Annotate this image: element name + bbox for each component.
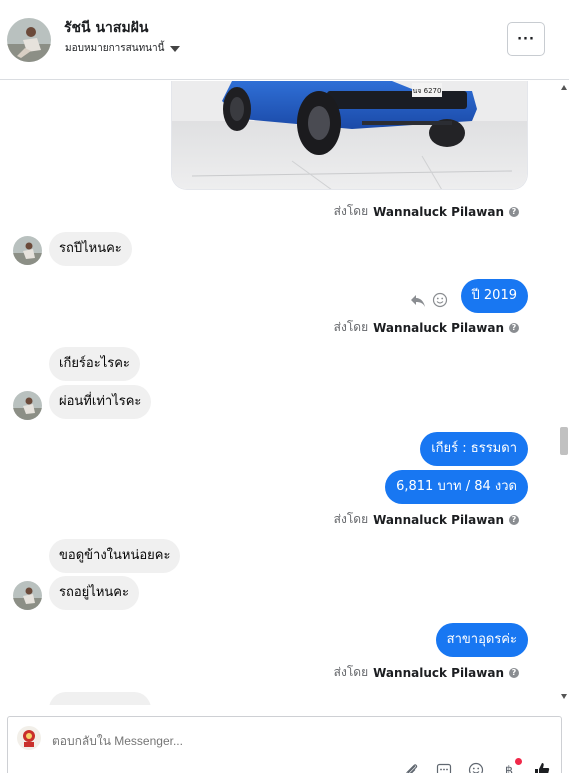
avatar[interactable] xyxy=(7,18,51,62)
incoming-message[interactable]: เกียร์อะไรคะ xyxy=(49,347,140,381)
avatar[interactable] xyxy=(13,391,42,420)
sent-by-label: ส่งโดย Wannaluck Pilawan ? xyxy=(334,202,519,221)
outgoing-message[interactable]: สาขาอุดรค่ะ xyxy=(435,623,528,657)
reply-input[interactable] xyxy=(52,734,492,748)
incoming-message[interactable]: รถปีไหนคะ xyxy=(49,232,132,266)
message-actions xyxy=(410,292,448,312)
avatar[interactable] xyxy=(13,236,42,265)
scroll-down-arrow-icon[interactable] xyxy=(561,694,567,699)
help-icon[interactable]: ? xyxy=(509,667,519,678)
sent-by-label: ส่งโดย Wannaluck Pilawan ? xyxy=(334,663,519,682)
message-thread[interactable]: นจ 6270 ส่งโดย Wannaluck Pilawan ? รถปีไ… xyxy=(0,81,559,705)
emoji-icon[interactable] xyxy=(467,761,485,773)
saved-reply-icon[interactable] xyxy=(435,761,453,773)
outgoing-message[interactable]: เกียร์ : ธรรมดา xyxy=(420,432,528,466)
scroll-thumb[interactable] xyxy=(560,427,568,455)
incoming-message-partial[interactable] xyxy=(49,692,151,705)
incoming-message[interactable]: ขอดูข้างในหน่อยคะ xyxy=(49,539,181,573)
more-options-button[interactable]: ··· xyxy=(507,22,545,56)
smiley-icon[interactable] xyxy=(432,292,448,312)
notification-dot xyxy=(515,758,522,765)
assign-conversation-dropdown[interactable]: มอบหมายการสนทนานี้ xyxy=(65,41,181,56)
help-icon[interactable]: ? xyxy=(509,206,519,217)
license-plate: นจ 6270 xyxy=(413,87,442,95)
avatar[interactable] xyxy=(13,581,42,610)
reply-icon[interactable] xyxy=(410,293,426,312)
scroll-up-arrow-icon[interactable] xyxy=(561,85,567,90)
caret-down-icon xyxy=(170,45,181,52)
incoming-message[interactable]: รถอยู่ไหนคะ xyxy=(49,576,139,610)
shared-car-photo[interactable]: นจ 6270 xyxy=(171,81,528,190)
incoming-message[interactable]: ผ่อนที่เท่าไรคะ xyxy=(49,385,152,419)
svg-text:฿: ฿ xyxy=(505,764,513,773)
outgoing-message[interactable]: ปี 2019 xyxy=(460,279,528,313)
sent-by-label: ส่งโดย Wannaluck Pilawan ? xyxy=(334,318,519,337)
conversation-header: รัชนี นาสมฝัน มอบหมายการสนทนานี้ ··· xyxy=(0,0,569,80)
thread-scrollbar[interactable] xyxy=(559,81,569,705)
more-horizontal-icon: ··· xyxy=(517,31,535,47)
outgoing-message[interactable]: 6,811 บาท / 84 งวด xyxy=(385,470,528,504)
sent-by-label: ส่งโดย Wannaluck Pilawan ? xyxy=(334,510,519,529)
contact-name[interactable]: รัชนี นาสมฝัน xyxy=(64,17,148,39)
reply-composer: ฿ xyxy=(7,716,562,773)
help-icon[interactable]: ? xyxy=(509,514,519,525)
thumbs-up-icon[interactable] xyxy=(533,761,551,773)
page-avatar xyxy=(17,726,41,750)
assign-label: มอบหมายการสนทนานี้ xyxy=(65,43,165,54)
paperclip-icon[interactable] xyxy=(403,761,421,773)
help-icon[interactable]: ? xyxy=(509,322,519,333)
